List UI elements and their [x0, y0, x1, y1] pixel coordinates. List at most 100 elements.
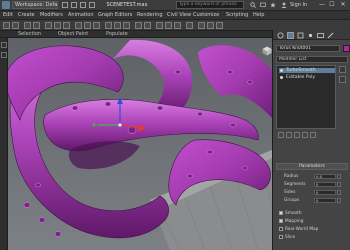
main-toolbar: [0, 19, 350, 30]
end-result-icon[interactable]: [286, 132, 292, 138]
command-panel-tabs: [273, 30, 350, 40]
modifier-stack: TurboSmooth Editable Poly: [276, 65, 336, 129]
remove-modifier-icon[interactable]: [302, 132, 308, 138]
rotate-icon[interactable]: [84, 22, 91, 29]
spinner-icon[interactable]: [337, 174, 341, 179]
perspective-viewport[interactable]: [0, 38, 272, 250]
material-editor-icon[interactable]: [186, 22, 193, 29]
create-tab-icon[interactable]: [277, 32, 284, 39]
schematic-view-icon[interactable]: [174, 22, 181, 29]
spinner-icon[interactable]: [337, 182, 341, 187]
option-real-world-map[interactable]: Real-World Map: [279, 226, 347, 233]
communication-center-icon[interactable]: [260, 2, 266, 8]
redo-toolbar-icon[interactable]: [12, 22, 19, 29]
display-tab-icon[interactable]: [317, 32, 324, 39]
option-label: Slice: [285, 235, 296, 240]
select-object-icon[interactable]: [45, 22, 52, 29]
snap-icon[interactable]: [105, 22, 112, 29]
align-icon[interactable]: [144, 22, 151, 29]
angle-snap-icon[interactable]: [114, 22, 121, 29]
object-color-swatch[interactable]: [343, 45, 350, 52]
option-slice[interactable]: Slice: [279, 234, 347, 241]
viewport-layout-icon-2[interactable]: [1, 52, 7, 58]
curve-editor-icon[interactable]: [165, 22, 172, 29]
tab-populate[interactable]: Populate: [106, 31, 128, 38]
region-select-icon[interactable]: [63, 22, 70, 29]
rendered-frame-icon[interactable]: [207, 22, 214, 29]
title-bar: Workspace: Default SCENETEST.max Type a …: [0, 0, 350, 10]
motion-tab-icon[interactable]: [307, 32, 314, 39]
option-smooth[interactable]: Smooth: [279, 210, 347, 217]
modify-tab-icon[interactable]: [287, 32, 294, 39]
checkbox[interactable]: [279, 211, 283, 215]
percent-snap-icon[interactable]: [123, 22, 130, 29]
stack-item-editable-poly[interactable]: Editable Poly: [279, 75, 315, 80]
select-by-name-icon[interactable]: [54, 22, 61, 29]
tab-selection[interactable]: Selection: [18, 31, 41, 38]
modifier-list-dropdown[interactable]: Modifier List: [276, 56, 348, 63]
search-input[interactable]: Type a keyword or phrase: [176, 1, 244, 9]
object-name-field[interactable]: Torus Knot001: [276, 45, 340, 52]
param-value[interactable]: 0: [314, 198, 336, 203]
hierarchy-tab-icon[interactable]: [297, 32, 304, 39]
move-icon[interactable]: [75, 22, 82, 29]
workspace-selector[interactable]: Workspace: Default: [12, 1, 58, 9]
file-title: SCENETEST.max: [106, 2, 148, 8]
sign-in-link[interactable]: Sign In: [290, 1, 307, 9]
mirror-icon[interactable]: [135, 22, 142, 29]
spinner-icon[interactable]: [337, 198, 341, 203]
checkbox[interactable]: [279, 227, 283, 231]
checkbox[interactable]: [279, 235, 283, 239]
bulb-icon[interactable]: [280, 76, 283, 79]
option-mapping[interactable]: Mapping: [279, 218, 347, 225]
scale-icon[interactable]: [93, 22, 100, 29]
command-panel: Torus Knot001 Modifier List TurboSmooth …: [272, 30, 350, 250]
search-icon[interactable]: [250, 2, 256, 8]
pin-stack-icon[interactable]: [339, 66, 346, 73]
utilities-tab-icon[interactable]: [327, 32, 334, 39]
save-file-icon[interactable]: [80, 2, 86, 8]
undo-toolbar-icon[interactable]: [3, 22, 10, 29]
open-file-icon[interactable]: [71, 2, 77, 8]
maximize-button[interactable]: ☐: [328, 1, 336, 9]
render-setup-icon[interactable]: [198, 22, 205, 29]
param-label: Groups: [284, 198, 300, 203]
stack-item-label: Editable Poly: [286, 75, 315, 80]
unlink-icon[interactable]: [33, 22, 40, 29]
tab-object-paint[interactable]: Object Paint: [58, 31, 88, 38]
param-value[interactable]: 0: [314, 182, 336, 187]
param-sides: Sides 0: [276, 189, 348, 196]
stack-item-turbosmooth[interactable]: TurboSmooth: [279, 68, 335, 73]
undo-icon[interactable]: [89, 2, 95, 8]
minimize-button[interactable]: —: [318, 1, 326, 9]
viewcube-icon[interactable]: [262, 46, 272, 56]
stack-item-label: TurboSmooth: [286, 68, 316, 73]
param-value[interactable]: 0: [314, 190, 336, 195]
param-value[interactable]: 0.0: [314, 174, 336, 179]
stack-toolbar: [276, 131, 348, 139]
close-button[interactable]: ✕: [339, 1, 347, 9]
render-icon[interactable]: [216, 22, 223, 29]
bulb-icon[interactable]: [280, 69, 283, 72]
viewport-layout-icon[interactable]: [1, 42, 7, 48]
make-unique-icon[interactable]: [294, 132, 300, 138]
param-label: Sides: [284, 190, 296, 195]
link-icon[interactable]: [24, 22, 31, 29]
pin-icon[interactable]: [278, 132, 284, 138]
param-radius: Radius 0.0: [276, 173, 348, 180]
option-label: Smooth: [285, 211, 302, 216]
parameters-rollout-header[interactable]: Parameters: [276, 163, 348, 170]
layer-explorer-icon[interactable]: [156, 22, 163, 29]
configure-sets-icon[interactable]: [310, 132, 316, 138]
new-file-icon[interactable]: [62, 2, 68, 8]
favorites-icon[interactable]: [270, 2, 276, 8]
menu-bar: Edit Create Modifiers Animation Graph Ed…: [0, 10, 350, 19]
param-groups: Groups 0: [276, 197, 348, 204]
option-label: Real-World Map: [285, 227, 319, 232]
app-logo-icon[interactable]: [2, 1, 10, 9]
viewport-scene: [0, 38, 272, 250]
user-icon[interactable]: [281, 2, 287, 8]
show-end-result-icon[interactable]: [339, 76, 346, 83]
spinner-icon[interactable]: [337, 190, 341, 195]
checkbox[interactable]: [279, 219, 283, 223]
